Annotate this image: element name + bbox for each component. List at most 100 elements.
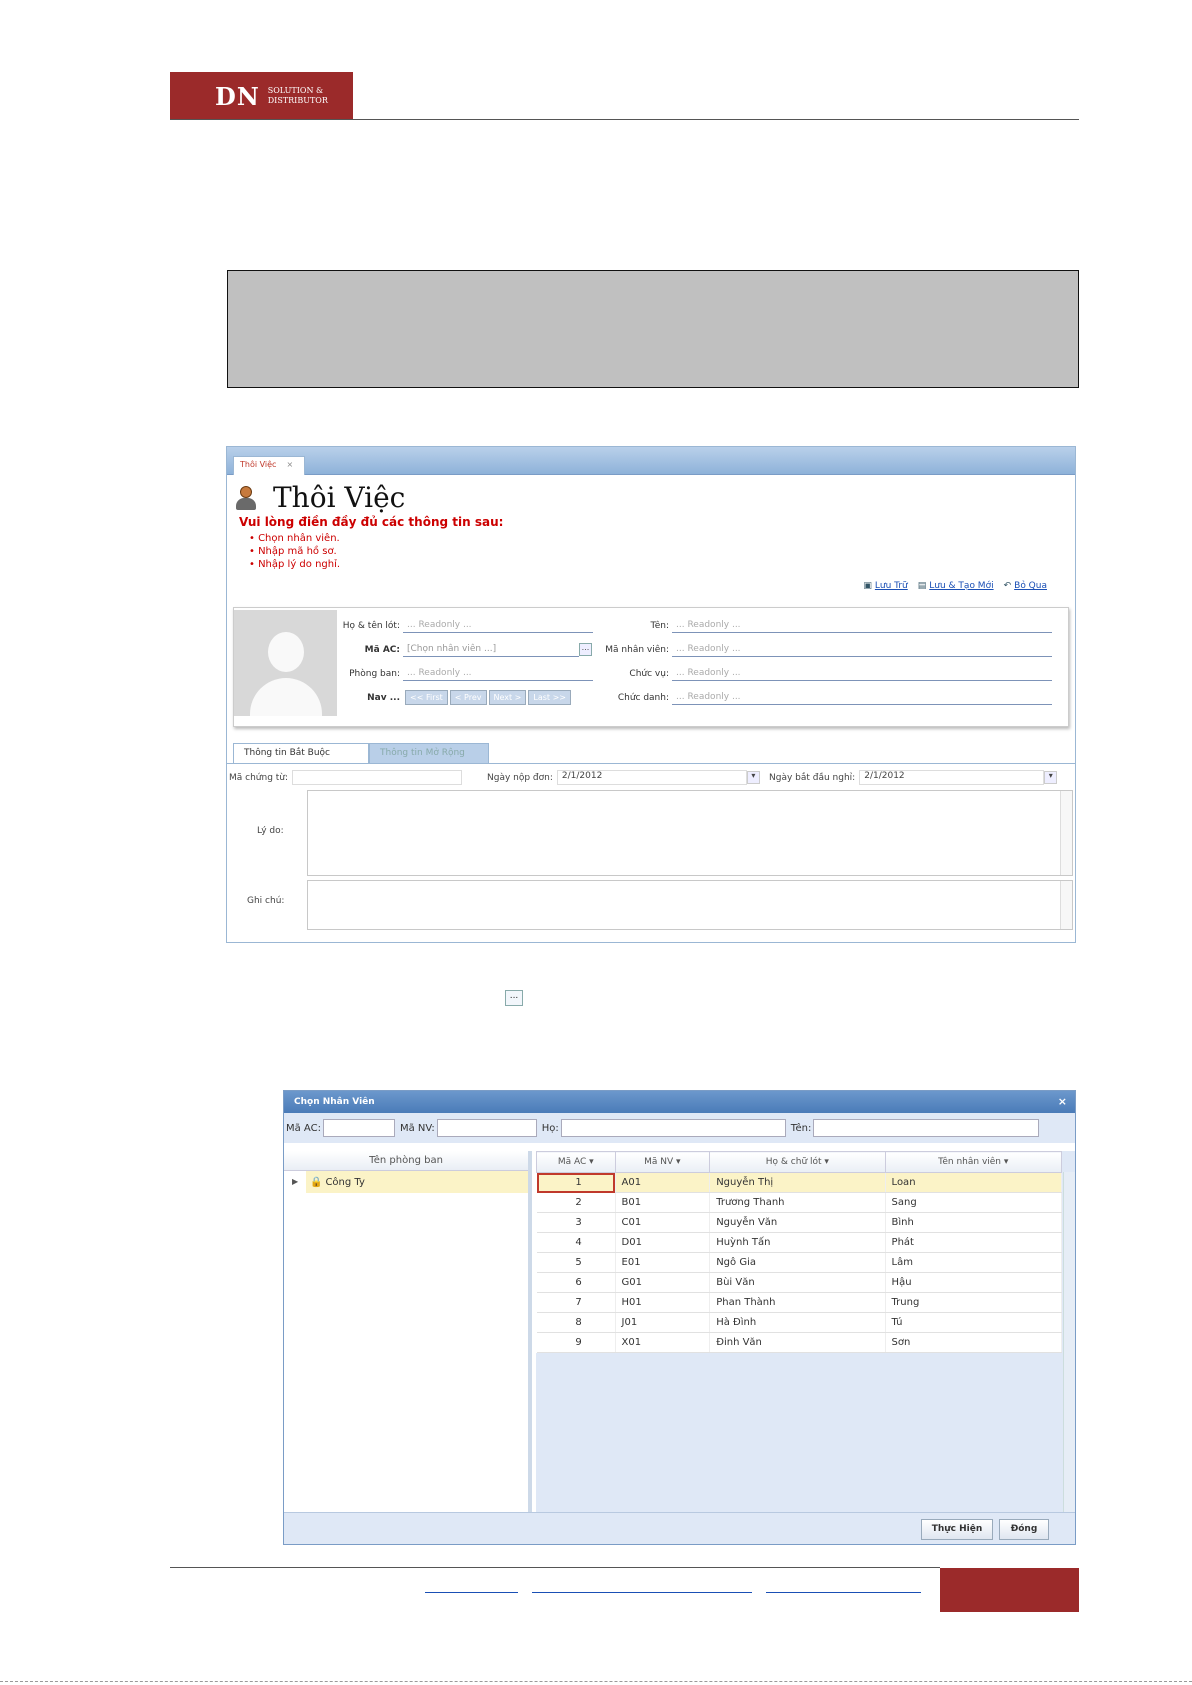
table-row[interactable]: 3 C01 Nguyễn Văn Bình (536, 1212, 1063, 1233)
save-new-button[interactable]: ▤ Lưu & Tạo Mới (918, 581, 994, 591)
ghi-chu-label: Ghi chú: (247, 896, 285, 906)
cell-ho: Đinh Văn (709, 1332, 886, 1353)
ngay-bat-dau-label: Ngày bắt đầu nghỉ: (769, 772, 856, 783)
cell-ten: Bình (885, 1212, 1063, 1233)
chuc-danh-label: Chức danh: (617, 692, 669, 703)
cell-ho: Nguyễn Thị (709, 1172, 886, 1193)
tree-node-label: Công Ty (325, 1176, 365, 1188)
footer-link[interactable] (766, 1584, 921, 1593)
cell-ho: Hà Đình (709, 1312, 886, 1333)
filter-ten-label: Tên: (790, 1122, 812, 1134)
table-row[interactable]: 1 A01 Nguyễn Thị Loan (536, 1172, 1063, 1193)
chuc-danh-row: Chức danh: ... Readonly ... (602, 690, 1052, 705)
date-dropdown-icon[interactable]: ▾ (1044, 771, 1058, 784)
phong-ban-label: Phòng ban: (349, 668, 400, 679)
cell-ac: 4 (536, 1232, 616, 1253)
filter-ma-ac-label: Mã AC: (286, 1122, 321, 1134)
close-button[interactable]: Đóng (999, 1519, 1049, 1540)
tree-node-cong-ty[interactable]: 🔒 Công Ty (306, 1171, 528, 1193)
tab-bar: Thôi Việc × (227, 447, 1075, 475)
ngay-nop-field[interactable]: 2/1/2012 (556, 770, 747, 785)
tab-thoi-viec[interactable]: Thôi Việc × (233, 456, 305, 475)
page-title-row: Thôi Việc (233, 481, 405, 514)
chuc-danh-field[interactable]: ... Readonly ... (672, 690, 1052, 705)
prev-button[interactable]: < Prev (449, 690, 487, 705)
ghi-chu-textarea[interactable] (307, 880, 1073, 930)
cell-ho: Huỳnh Tấn (709, 1232, 886, 1253)
ngay-bat-dau-row: Ngày bắt đầu nghỉ: 2/1/2012 ▾ (769, 770, 1058, 785)
save-icon: ▣ (863, 581, 872, 591)
employee-grid: Mã AC ▾ Mã NV ▾ Họ & chữ lót ▾ Tên nhân … (536, 1151, 1063, 1353)
table-row[interactable]: 9 X01 Đinh Văn Sơn (536, 1332, 1063, 1353)
pick-employee-button[interactable]: ... (579, 643, 592, 656)
expand-arrow-icon[interactable]: ▶ (292, 1177, 298, 1186)
col-ho[interactable]: Họ & chữ lót ▾ (709, 1151, 886, 1173)
next-button[interactable]: Next > (488, 690, 527, 705)
footer-links (425, 1584, 921, 1593)
scrollbar[interactable] (1060, 881, 1072, 929)
ten-field[interactable]: ... Readonly ... (672, 618, 1052, 633)
grid-scrollbar[interactable] (1063, 1172, 1075, 1513)
table-row[interactable]: 4 D01 Huỳnh Tấn Phát (536, 1232, 1063, 1253)
skip-button[interactable]: ↶ Bỏ Qua (1004, 581, 1047, 591)
grid-header-row: Mã AC ▾ Mã NV ▾ Họ & chữ lót ▾ Tên nhân … (536, 1151, 1063, 1173)
col-label: Mã AC (557, 1157, 587, 1167)
filter-ho-input[interactable] (560, 1119, 786, 1137)
required-item: Nhập lý do nghỉ. (249, 558, 340, 571)
required-warning: Vui lòng điền đầy đủ các thông tin sau: (239, 515, 504, 529)
tab-required-info[interactable]: Thông tin Bắt Buộc (233, 743, 369, 763)
tab-close-icon[interactable]: × (286, 460, 293, 469)
ten-label: Tên: (650, 620, 669, 631)
cell-ten: Sang (885, 1192, 1063, 1213)
filter-ma-ac-input[interactable] (322, 1119, 395, 1137)
date-dropdown-icon[interactable]: ▾ (746, 771, 760, 784)
table-row[interactable]: 2 B01 Trương Thanh Sang (536, 1192, 1063, 1213)
logo-subtitle: SOLUTION & DISTRIBUTOR (268, 86, 328, 106)
cell-nv: A01 (615, 1172, 711, 1193)
last-button[interactable]: Last >> (528, 690, 572, 705)
phong-ban-field[interactable]: ... Readonly ... (403, 666, 593, 681)
chuc-vu-field[interactable]: ... Readonly ... (672, 666, 1052, 681)
cell-ho: Bùi Văn (709, 1272, 886, 1293)
cell-ten: Trung (885, 1292, 1063, 1313)
col-ma-ac[interactable]: Mã AC ▾ (536, 1151, 616, 1173)
ma-nv-field[interactable]: ... Readonly ... (672, 642, 1052, 657)
save-button[interactable]: ▣ Lưu Trữ (863, 581, 907, 591)
footer-link[interactable] (425, 1584, 518, 1593)
table-row[interactable]: 8 J01 Hà Đình Tú (536, 1312, 1063, 1333)
ma-ac-field[interactable]: [Chọn nhân viên ...] (403, 642, 579, 657)
required-item: Chọn nhân viên. (249, 532, 340, 545)
table-row[interactable]: 6 G01 Bùi Văn Hậu (536, 1272, 1063, 1293)
first-button[interactable]: << First (405, 690, 448, 705)
execute-button[interactable]: Thực Hiện (921, 1519, 993, 1540)
col-ma-nv[interactable]: Mã NV ▾ (614, 1151, 711, 1173)
ma-ac-row: Mã AC: [Chọn nhân viên ...] ... (338, 642, 592, 657)
filter-ten-input[interactable] (813, 1119, 1040, 1137)
scrollbar[interactable] (1060, 791, 1072, 875)
cell-ten: Phát (885, 1232, 1063, 1253)
filter-ma-nv-label: Mã NV: (399, 1122, 435, 1134)
close-icon[interactable]: × (1058, 1095, 1067, 1108)
filter-ma-nv-input[interactable] (436, 1119, 537, 1137)
tab-extended-info[interactable]: Thông tin Mở Rộng (369, 743, 489, 763)
detail-form: Mã chứng từ: Ngày nộp đơn: 2/1/2012 ▾ Ng… (227, 763, 1075, 943)
ngay-bat-dau-field[interactable]: 2/1/2012 (859, 770, 1045, 785)
cell-nv: J01 (615, 1312, 711, 1333)
cell-ac: 1 (536, 1172, 616, 1193)
ma-nv-row: Mã nhân viên: ... Readonly ... (602, 642, 1052, 657)
table-row[interactable]: 7 H01 Phan Thành Trung (536, 1292, 1063, 1313)
ly-do-textarea[interactable] (307, 790, 1073, 876)
cell-nv: C01 (615, 1212, 711, 1233)
col-ten[interactable]: Tên nhân viên ▾ (884, 1151, 1063, 1173)
dialog-title-bar: Chọn Nhân Viên × (284, 1091, 1075, 1113)
skip-label: Bỏ Qua (1014, 581, 1047, 591)
ma-chung-tu-field[interactable] (292, 770, 463, 785)
ho-ten-field[interactable]: ... Readonly ... (403, 618, 593, 633)
folder-lock-icon: 🔒 (310, 1176, 323, 1188)
col-label: Họ & chữ lót (765, 1157, 822, 1167)
footer-link[interactable] (532, 1584, 752, 1593)
page-break-line (0, 1681, 1192, 1682)
resignation-form-screenshot: Thôi Việc × Thôi Việc Vui lòng điền đầy đ… (226, 446, 1076, 943)
action-links: ▣ Lưu Trữ ▤ Lưu & Tạo Mới ↶ Bỏ Qua (863, 581, 1047, 591)
table-row[interactable]: 5 E01 Ngô Gia Lâm (536, 1252, 1063, 1273)
